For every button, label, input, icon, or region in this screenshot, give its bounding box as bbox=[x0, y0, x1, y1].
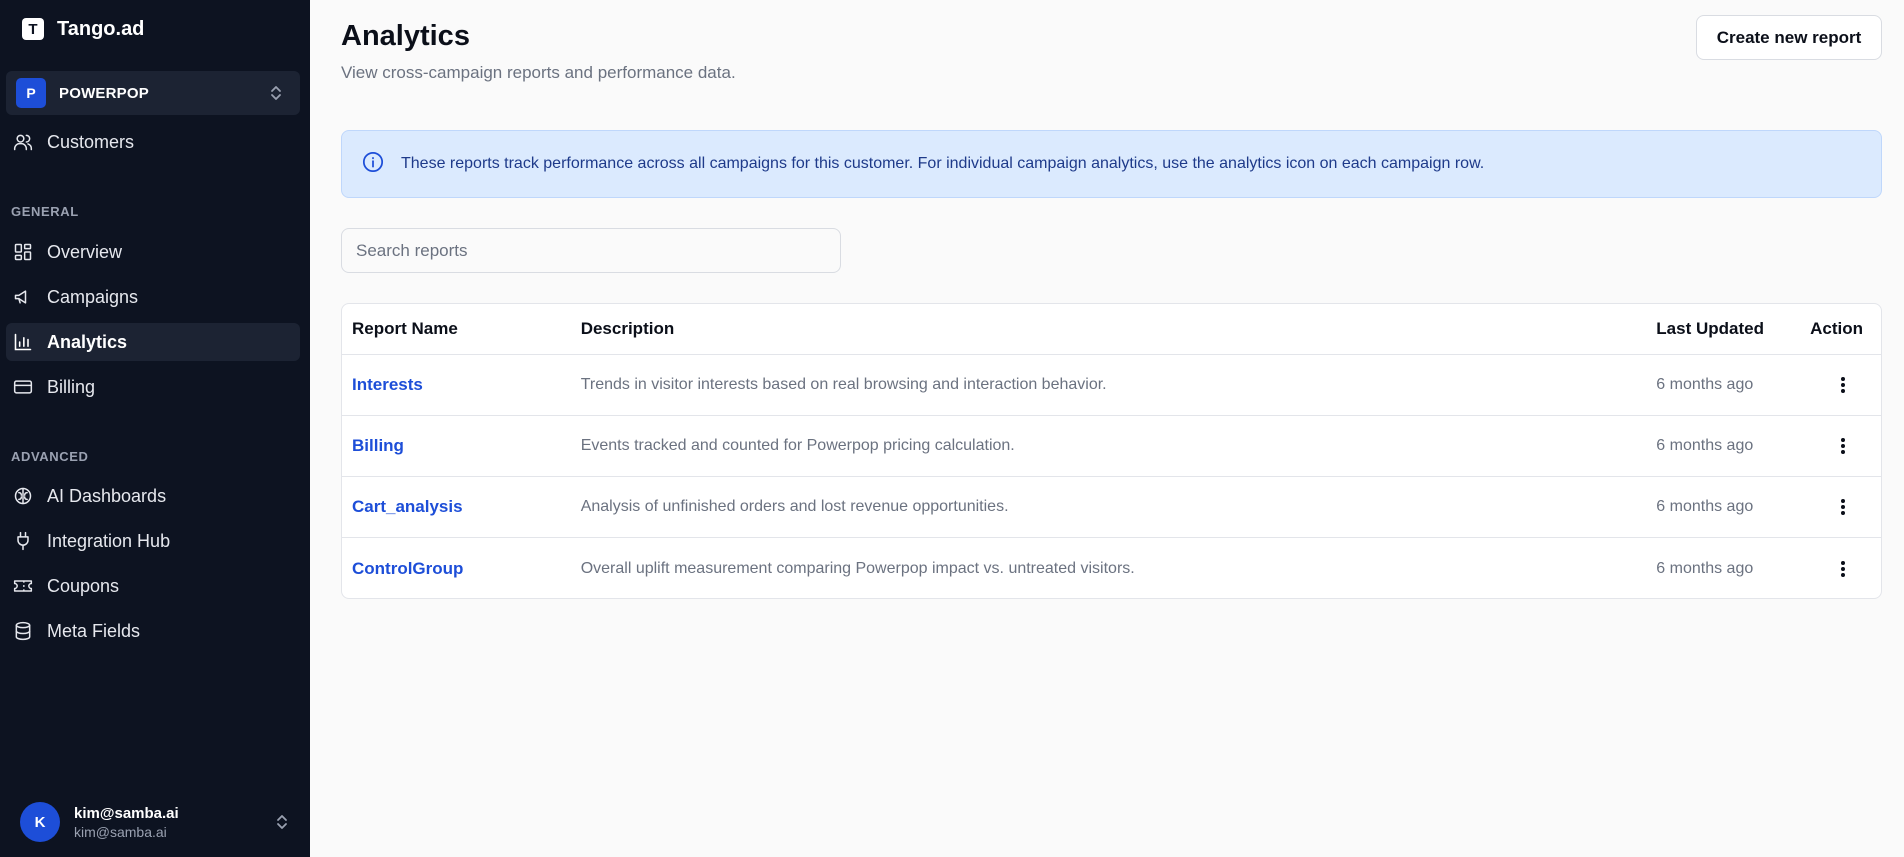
report-link[interactable]: Billing bbox=[352, 436, 404, 455]
page-title: Analytics bbox=[341, 20, 470, 52]
credit-card-icon bbox=[12, 376, 34, 398]
sidebar-item-label: Coupons bbox=[47, 575, 120, 596]
more-vertical-icon[interactable] bbox=[1829, 432, 1857, 460]
sidebar-item-campaigns[interactable]: Campaigns bbox=[6, 278, 300, 316]
bar-chart-icon bbox=[12, 331, 34, 353]
sidebar-item-label: Billing bbox=[47, 376, 96, 397]
org-switcher[interactable]: P POWERPOP bbox=[6, 71, 300, 115]
main-content: Analytics View cross-campaign reports an… bbox=[310, 0, 1904, 857]
sidebar-item-customers[interactable]: Customers bbox=[6, 123, 300, 161]
avatar: K bbox=[20, 802, 60, 842]
sidebar-item-label: AI Dashboards bbox=[47, 485, 167, 506]
table-row: Cart_analysis Analysis of unfinished ord… bbox=[342, 477, 1881, 538]
table-header: Report Name Description Last Updated Act… bbox=[342, 304, 1881, 355]
column-header-action: Action bbox=[1810, 319, 1863, 338]
sidebar-item-integration-hub[interactable]: Integration Hub bbox=[6, 522, 300, 560]
report-link[interactable]: ControlGroup bbox=[352, 559, 463, 578]
org-badge: P bbox=[16, 78, 46, 108]
sidebar-item-label: Overview bbox=[47, 241, 123, 262]
more-vertical-icon[interactable] bbox=[1829, 555, 1857, 583]
sidebar-item-label: Integration Hub bbox=[47, 530, 171, 551]
sidebar-item-overview[interactable]: Overview bbox=[6, 233, 300, 271]
reports-table: Report Name Description Last Updated Act… bbox=[341, 303, 1882, 599]
more-vertical-icon[interactable] bbox=[1829, 493, 1857, 521]
user-menu[interactable]: K kim@samba.ai kim@samba.ai bbox=[20, 800, 290, 844]
info-icon bbox=[362, 151, 384, 178]
report-link[interactable]: Cart_analysis bbox=[352, 497, 463, 516]
report-description: Analysis of unfinished orders and lost r… bbox=[580, 498, 1009, 515]
page-subtitle: View cross-campaign reports and performa… bbox=[341, 63, 736, 82]
megaphone-icon bbox=[12, 286, 34, 308]
org-name: POWERPOP bbox=[59, 84, 149, 102]
column-header-last-updated: Last Updated bbox=[1656, 319, 1764, 338]
sidebar-item-meta-fields[interactable]: Meta Fields bbox=[6, 612, 300, 650]
sidebar: T Tango.ad P POWERPOP Customers GENERAL … bbox=[0, 0, 310, 857]
database-icon bbox=[12, 620, 34, 642]
sidebar-item-label: Analytics bbox=[47, 331, 128, 352]
chevrons-up-down-icon bbox=[274, 812, 290, 837]
section-label-advanced: ADVANCED bbox=[11, 449, 89, 464]
info-text: These reports track performance across a… bbox=[401, 155, 1485, 172]
brand[interactable]: T Tango.ad bbox=[22, 14, 144, 44]
brand-name: Tango.ad bbox=[57, 17, 145, 40]
report-description: Trends in visitor interests based on rea… bbox=[580, 376, 1107, 393]
column-header-description: Description bbox=[580, 319, 675, 338]
last-updated: 6 months ago bbox=[1656, 376, 1754, 393]
user-name: kim@samba.ai bbox=[74, 804, 179, 822]
sidebar-item-coupons[interactable]: Coupons bbox=[6, 567, 300, 605]
grid-icon bbox=[12, 241, 34, 263]
last-updated: 6 months ago bbox=[1656, 437, 1754, 454]
section-label-general: GENERAL bbox=[11, 204, 79, 219]
table-row: Interests Trends in visitor interests ba… bbox=[342, 355, 1881, 416]
table-row: ControlGroup Overall uplift measurement … bbox=[342, 538, 1881, 598]
report-description: Overall uplift measurement comparing Pow… bbox=[580, 559, 1135, 577]
brain-icon bbox=[12, 485, 34, 507]
ticket-icon bbox=[12, 575, 34, 597]
table-row: Billing Events tracked and counted for P… bbox=[342, 416, 1881, 477]
brand-logo: T bbox=[22, 18, 44, 40]
info-banner: These reports track performance across a… bbox=[341, 130, 1882, 198]
column-header-report-name: Report Name bbox=[352, 319, 458, 338]
sidebar-item-label: Customers bbox=[47, 131, 135, 152]
last-updated: 6 months ago bbox=[1656, 498, 1754, 515]
chevrons-up-down-icon bbox=[268, 83, 284, 108]
users-icon bbox=[12, 131, 34, 153]
user-email: kim@samba.ai bbox=[74, 823, 167, 840]
last-updated: 6 months ago bbox=[1656, 559, 1754, 577]
sidebar-item-label: Meta Fields bbox=[47, 620, 141, 641]
sidebar-item-billing[interactable]: Billing bbox=[6, 368, 300, 406]
more-vertical-icon[interactable] bbox=[1829, 371, 1857, 399]
create-report-button[interactable]: Create new report bbox=[1696, 15, 1882, 60]
report-description: Events tracked and counted for Powerpop … bbox=[580, 437, 1015, 454]
sidebar-item-ai-dashboards[interactable]: AI Dashboards bbox=[6, 477, 300, 515]
search-input[interactable] bbox=[341, 228, 841, 273]
sidebar-item-analytics[interactable]: Analytics bbox=[6, 323, 300, 361]
report-link[interactable]: Interests bbox=[352, 375, 423, 394]
sidebar-item-label: Campaigns bbox=[47, 286, 139, 307]
plug-icon bbox=[12, 530, 34, 552]
